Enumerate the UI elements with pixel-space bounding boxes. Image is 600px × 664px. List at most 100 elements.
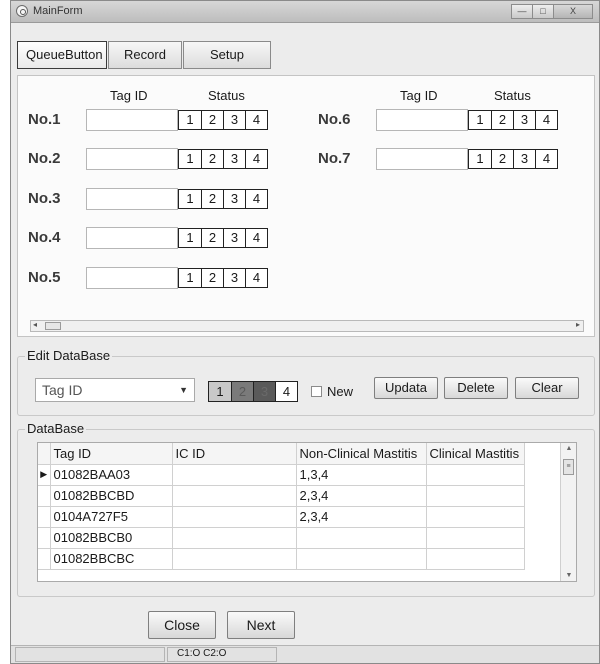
queue-tag-input-1[interactable] [86,109,178,131]
status-cell[interactable]: 2 [231,382,253,401]
record-button[interactable]: Record [108,41,182,69]
status-cell[interactable]: 3 [223,111,245,129]
cell-clinical[interactable] [426,485,525,507]
cell-non-clinical[interactable]: 2,3,4 [296,506,427,528]
status-cell[interactable]: 1 [179,190,201,208]
column-header[interactable]: Tag ID [50,443,173,465]
close-window-button[interactable]: X [553,4,593,19]
queue-horizontal-scrollbar[interactable]: ◂ ▸ [30,320,584,332]
clear-button[interactable]: Clear [515,377,579,399]
queue-status-6[interactable]: 1 2 3 4 [468,110,558,130]
status-cell[interactable]: 4 [535,150,557,168]
status-cell[interactable]: 1 [469,111,491,129]
status-cell[interactable]: 2 [201,269,223,287]
status-cell[interactable]: 1 [209,382,231,401]
status-cell[interactable]: 3 [513,150,535,168]
scroll-down-icon[interactable]: ▼ [561,572,576,579]
status-cell[interactable]: 3 [223,150,245,168]
queue-status-2[interactable]: 1 2 3 4 [178,149,268,169]
status-cell[interactable]: 1 [469,150,491,168]
status-cell[interactable]: 3 [253,382,275,401]
cell-ic-id[interactable] [172,485,297,507]
cell-tag-id[interactable]: 0104A727F5 [50,506,173,528]
queue-tag-input-7[interactable] [376,148,468,170]
table-row[interactable]: 0104A727F5 2,3,4 [38,506,525,528]
delete-button[interactable]: Delete [444,377,508,399]
status-cell[interactable]: 1 [179,269,201,287]
cell-clinical[interactable] [426,464,525,486]
status-cell[interactable]: 4 [275,382,297,401]
edit-status-box[interactable]: 1 2 3 4 [208,381,298,402]
status-cell[interactable]: 4 [245,229,267,247]
status-cell[interactable]: 2 [201,111,223,129]
checkbox-box[interactable] [311,386,322,397]
status-cell[interactable]: 4 [245,269,267,287]
column-header[interactable]: Non-Clinical Mastitis [296,443,427,465]
status-cell[interactable]: 3 [223,190,245,208]
cell-ic-id[interactable] [172,464,297,486]
cell-non-clinical[interactable]: 1,3,4 [296,464,427,486]
status-cell[interactable]: 1 [179,229,201,247]
table-row[interactable]: 01082BBCB0 [38,527,525,549]
chevron-down-icon[interactable]: ▼ [179,379,188,401]
table-row[interactable]: 01082BBCBD 2,3,4 [38,485,525,507]
queue-status-5[interactable]: 1 2 3 4 [178,268,268,288]
status-cell[interactable]: 4 [245,150,267,168]
queue-status-7[interactable]: 1 2 3 4 [468,149,558,169]
cell-tag-id[interactable]: 01082BBCB0 [50,527,173,549]
column-header[interactable]: IC ID [172,443,297,465]
status-cell[interactable]: 3 [223,229,245,247]
status-cell[interactable]: 2 [201,150,223,168]
cell-ic-id[interactable] [172,506,297,528]
maximize-button[interactable]: □ [532,4,554,19]
database-grid[interactable]: Tag ID IC ID Non-Clinical Mastitis Clini… [37,442,577,582]
scroll-thumb[interactable]: ≡ [563,459,574,475]
queue-tag-input-6[interactable] [376,109,468,131]
queue-status-4[interactable]: 1 2 3 4 [178,228,268,248]
cell-clinical[interactable] [426,548,525,570]
table-row[interactable]: 01082BBCBC [38,548,525,570]
status-cell[interactable]: 2 [201,190,223,208]
scroll-up-icon[interactable]: ▲ [561,445,576,452]
scroll-left-icon[interactable]: ◂ [33,320,37,329]
scroll-thumb[interactable] [45,322,61,330]
status-cell[interactable]: 1 [179,150,201,168]
column-header[interactable]: Clinical Mastitis [426,443,525,465]
cell-non-clinical[interactable] [296,548,427,570]
cell-clinical[interactable] [426,527,525,549]
new-checkbox[interactable]: New [311,384,353,399]
cell-tag-id[interactable]: 01082BBCBC [50,548,173,570]
setup-button[interactable]: Setup [183,41,271,69]
queue-tag-input-2[interactable] [86,148,178,170]
cell-ic-id[interactable] [172,527,297,549]
status-cell[interactable]: 3 [223,269,245,287]
update-button[interactable]: Updata [374,377,438,399]
queue-status-3[interactable]: 1 2 3 4 [178,189,268,209]
status-cell[interactable]: 1 [179,111,201,129]
queue-status-1[interactable]: 1 2 3 4 [178,110,268,130]
queue-button[interactable]: QueueButton [17,41,107,69]
table-row[interactable]: ▶ 01082BAA03 1,3,4 [38,464,525,486]
close-button[interactable]: Close [148,611,216,639]
cell-clinical[interactable] [426,506,525,528]
status-cell[interactable]: 2 [491,150,513,168]
status-cell[interactable]: 4 [245,111,267,129]
status-cell[interactable]: 4 [245,190,267,208]
status-cell[interactable]: 4 [535,111,557,129]
cell-tag-id[interactable]: 01082BBCBD [50,485,173,507]
status-cell[interactable]: 2 [491,111,513,129]
cell-ic-id[interactable] [172,548,297,570]
status-cell[interactable]: 2 [201,229,223,247]
cell-non-clinical[interactable]: 2,3,4 [296,485,427,507]
scroll-right-icon[interactable]: ▸ [576,320,580,329]
queue-tag-input-3[interactable] [86,188,178,210]
queue-tag-input-4[interactable] [86,227,178,249]
next-button[interactable]: Next [227,611,295,639]
tag-id-combo[interactable]: Tag ID ▼ [35,378,195,402]
queue-tag-input-5[interactable] [86,267,178,289]
cell-tag-id[interactable]: 01082BAA03 [50,464,173,486]
minimize-button[interactable]: — [511,4,533,19]
cell-non-clinical[interactable] [296,527,427,549]
grid-vertical-scrollbar[interactable]: ▲ ≡ ▼ [560,443,576,581]
status-cell[interactable]: 3 [513,111,535,129]
